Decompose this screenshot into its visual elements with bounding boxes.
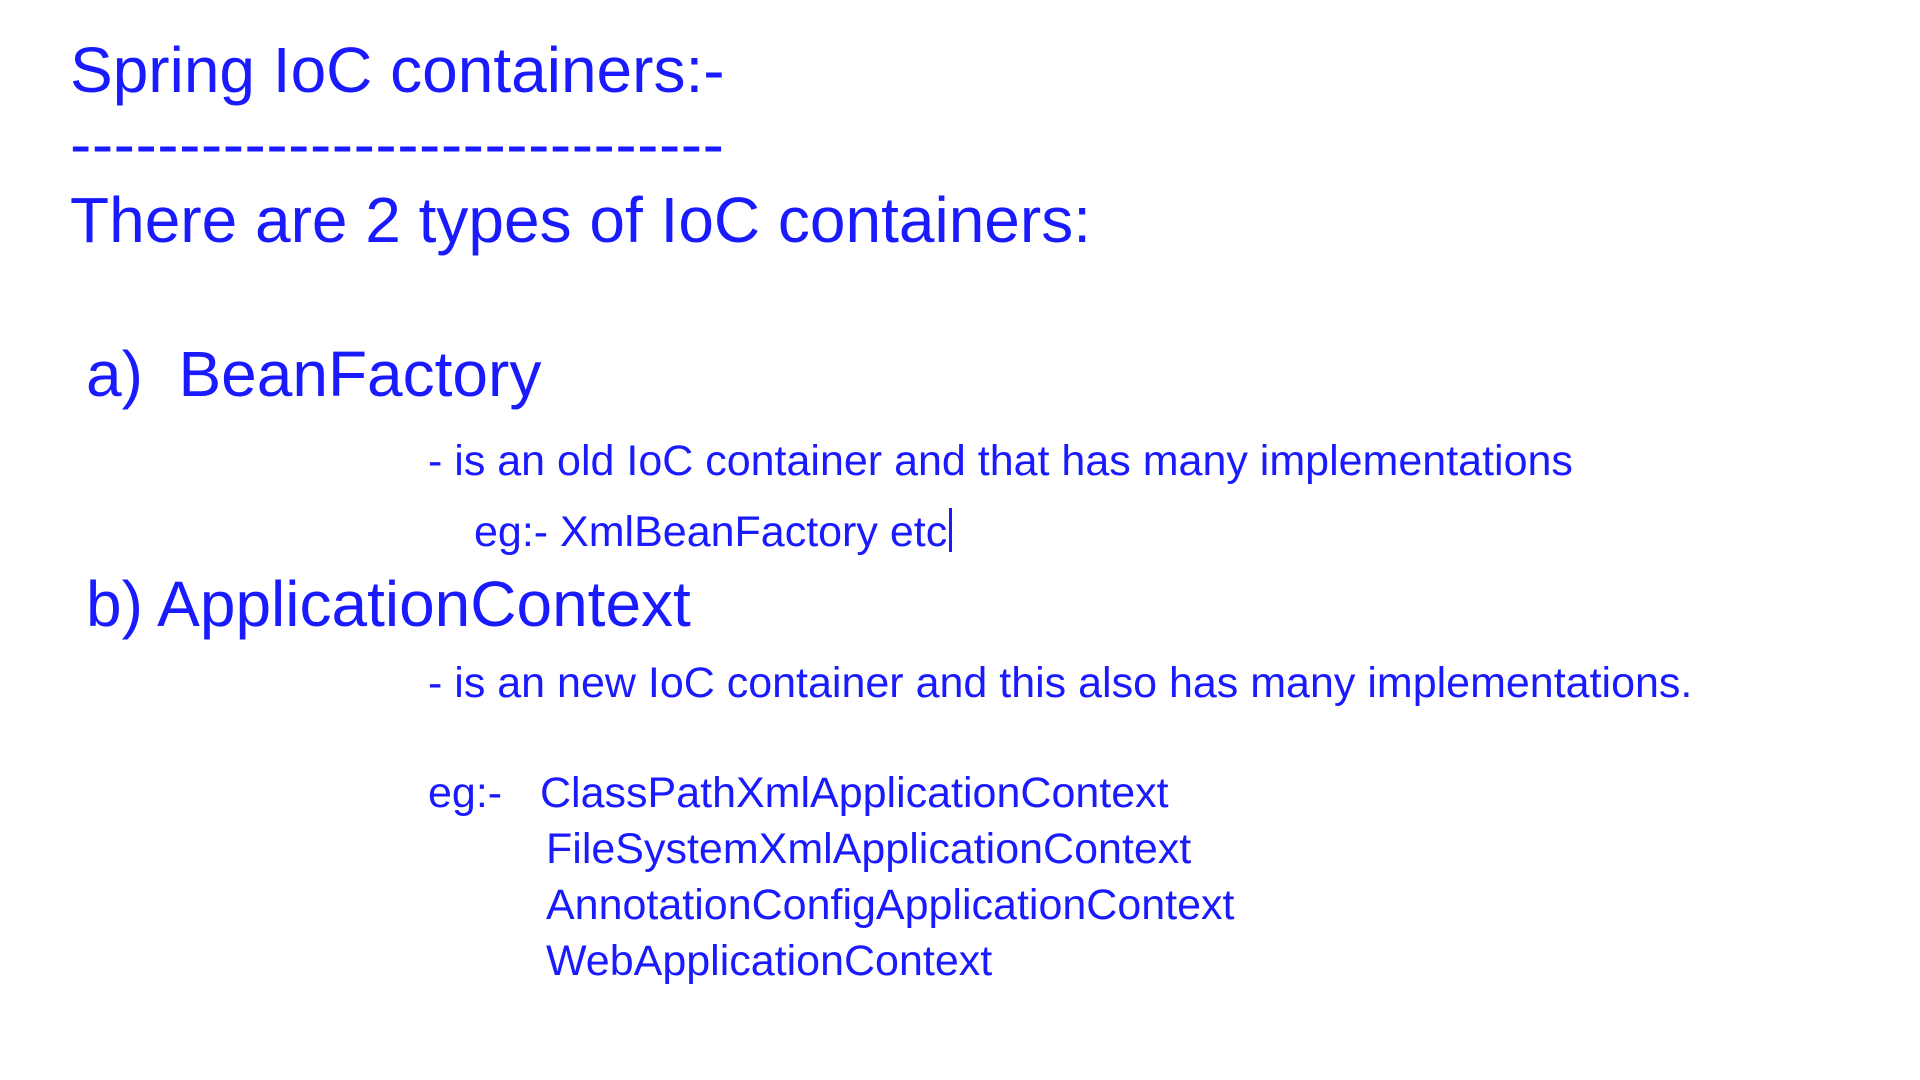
section-b-example-item: WebApplicationContext	[546, 937, 993, 985]
section-b-heading: b) ApplicationContext	[86, 568, 691, 640]
section-b-example-item: FileSystemXmlApplicationContext	[546, 825, 1192, 873]
intro-text: There are 2 types of IoC containers:	[70, 184, 1091, 256]
section-b-example-item: ClassPathXmlApplicationContext	[540, 769, 1169, 817]
title-divider: ------------------------------	[70, 108, 725, 180]
document-page: Spring IoC containers:- ----------------…	[0, 0, 1920, 1080]
section-a-description: - is an old IoC container and that has m…	[428, 437, 1573, 485]
section-a-example: eg:- XmlBeanFactory etc	[474, 508, 948, 556]
section-a-example-line: eg:- XmlBeanFactory etc	[474, 508, 953, 556]
page-title: Spring IoC containers:-	[70, 34, 725, 106]
section-b-example-item: AnnotationConfigApplicationContext	[546, 881, 1235, 929]
section-b-example-label: eg:-	[428, 769, 503, 817]
section-a-heading: a) BeanFactory	[86, 338, 542, 410]
text-cursor	[949, 508, 953, 552]
section-b-description: - is an new IoC container and this also …	[428, 659, 1693, 707]
